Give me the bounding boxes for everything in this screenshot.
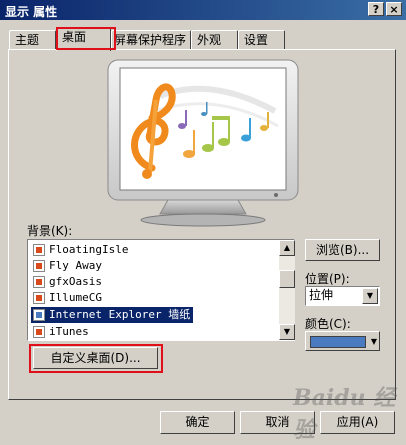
list-item[interactable]: Fly Away bbox=[31, 258, 105, 274]
image-file-icon bbox=[33, 292, 45, 304]
list-item-selected[interactable]: Internet Explorer 墙纸 bbox=[31, 307, 194, 323]
list-item[interactable]: IllumeCG bbox=[31, 290, 105, 306]
ok-button[interactable]: 确定 bbox=[160, 411, 235, 434]
html-file-icon bbox=[33, 309, 45, 321]
close-button[interactable]: × bbox=[386, 2, 402, 16]
browse-button[interactable]: 浏览(B)... bbox=[305, 239, 380, 261]
tab-settings[interactable]: 设置 bbox=[238, 30, 285, 50]
position-value: 拉伸 bbox=[309, 288, 334, 302]
title-bar: 显示 属性 ? × bbox=[0, 0, 406, 20]
window-title: 显示 属性 bbox=[5, 5, 58, 19]
tab-label: 主题 bbox=[15, 33, 40, 47]
highlight-box bbox=[29, 344, 163, 373]
list-item[interactable]: gfxOasis bbox=[31, 274, 105, 290]
help-button[interactable]: ? bbox=[368, 2, 384, 16]
position-label: 位置(P): bbox=[305, 272, 350, 286]
color-swatch bbox=[310, 336, 366, 348]
highlight-box bbox=[56, 27, 116, 50]
background-label: 背景(K): bbox=[27, 224, 73, 238]
position-select[interactable]: 拉伸 ▼ bbox=[305, 286, 380, 306]
cancel-button[interactable]: 取消 bbox=[240, 411, 315, 434]
color-label: 颜色(C): bbox=[305, 317, 351, 331]
tab-label: 外观 bbox=[197, 33, 222, 47]
scroll-thumb[interactable] bbox=[279, 270, 295, 288]
chevron-down-icon[interactable]: ▼ bbox=[362, 288, 378, 304]
image-file-icon bbox=[33, 276, 45, 288]
tab-label: 屏幕保护程序 bbox=[114, 33, 187, 47]
tab-label: 设置 bbox=[244, 33, 269, 47]
scroll-down-button[interactable]: ▼ bbox=[279, 324, 295, 340]
image-file-icon bbox=[33, 326, 45, 338]
list-scrollbar[interactable]: ▲ ▼ bbox=[279, 240, 295, 340]
tab-themes[interactable]: 主题 bbox=[9, 30, 56, 50]
list-item[interactable]: iTunes bbox=[31, 324, 92, 340]
chevron-down-icon: ▼ bbox=[370, 337, 377, 346]
scroll-up-button[interactable]: ▲ bbox=[279, 240, 295, 256]
background-list[interactable]: FloatingIsle Fly Away gfxOasis IllumeCG … bbox=[27, 239, 295, 341]
image-file-icon bbox=[33, 260, 45, 272]
apply-button[interactable]: 应用(A) bbox=[320, 411, 395, 434]
tab-appearance[interactable]: 外观 bbox=[191, 30, 238, 50]
color-picker-button[interactable]: ▼ bbox=[305, 331, 380, 351]
image-file-icon bbox=[33, 244, 45, 256]
monitor-preview bbox=[107, 59, 299, 227]
tab-screensaver[interactable]: 屏幕保护程序 bbox=[111, 30, 191, 50]
list-item[interactable]: FloatingIsle bbox=[31, 242, 131, 258]
